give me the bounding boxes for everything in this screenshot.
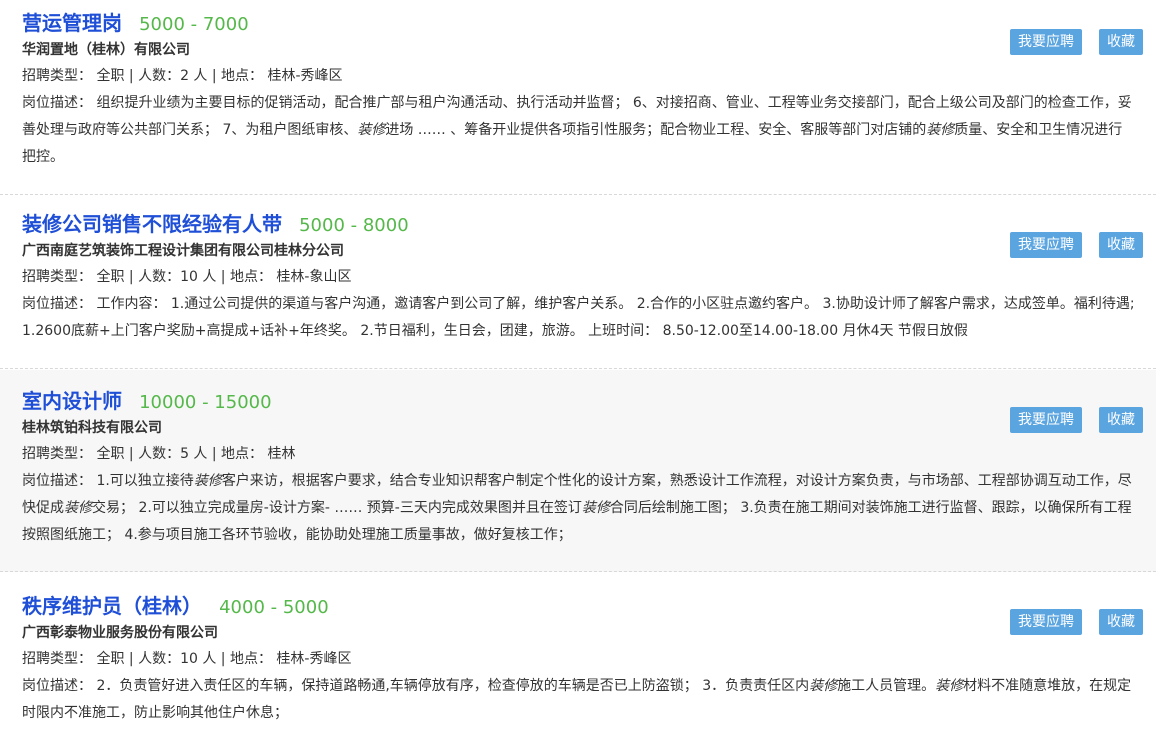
company-name[interactable]: 广西彰泰物业服务股份有限公司 [22,621,1136,645]
apply-button[interactable]: 我要应聘 [1010,232,1082,258]
apply-button[interactable]: 我要应聘 [1010,29,1082,55]
job-card: 营运管理岗 5000 - 7000 华润置地（桂林）有限公司 招聘类型： 全职 … [0,8,1156,195]
job-description: 岗位描述： 2．负责管好进入责任区的车辆，保持道路畅通,车辆停放有序，检查停放的… [22,673,1136,727]
job-card: 室内设计师 10000 - 15000 桂林筑铂科技有限公司 招聘类型： 全职 … [0,370,1156,572]
job-title-link[interactable]: 室内设计师 [22,389,122,413]
job-salary: 10000 - 15000 [139,392,272,413]
job-meta: 招聘类型： 全职 | 人数：10 人 | 地点： 桂林-秀峰区 [22,651,352,667]
right-margin [1156,0,1176,731]
job-salary: 5000 - 7000 [139,14,249,35]
job-actions: 我要应聘 收藏 [1010,407,1143,433]
apply-button[interactable]: 我要应聘 [1010,609,1082,635]
job-title-row: 装修公司销售不限经验有人带 5000 - 8000 [22,209,1136,239]
job-title-link[interactable]: 营运管理岗 [22,11,122,35]
keyword-highlight: 装修 [64,500,92,516]
job-title-row: 秩序维护员（桂林） 4000 - 5000 [22,591,1136,621]
job-description: 岗位描述： 工作内容： 1.通过公司提供的渠道与客户沟通，邀请客户到公司了解，维… [22,291,1136,345]
description-text: 进场 …… 、筹备开业提供各项指引性服务；配合物业工程、安全、客服等部门对店铺的 [385,122,927,138]
apply-button[interactable]: 我要应聘 [1010,407,1082,433]
job-title-link[interactable]: 装修公司销售不限经验有人带 [22,212,282,236]
job-title-link[interactable]: 秩序维护员（桂林） [22,594,202,618]
company-name[interactable]: 广西南庭艺筑装饰工程设计集团有限公司桂林分公司 [22,239,1136,263]
favorite-button[interactable]: 收藏 [1099,609,1143,635]
job-meta: 招聘类型： 全职 | 人数：5 人 | 地点： 桂林 [22,446,296,462]
job-actions: 我要应聘 收藏 [1010,609,1143,635]
description-text: 岗位描述： 2．负责管好进入责任区的车辆，保持道路畅通,车辆停放有序，检查停放的… [22,678,810,694]
job-list: 营运管理岗 5000 - 7000 华润置地（桂林）有限公司 招聘类型： 全职 … [0,0,1176,731]
company-name[interactable]: 桂林筑铂科技有限公司 [22,416,1136,440]
job-card: 秩序维护员（桂林） 4000 - 5000 广西彰泰物业服务股份有限公司 招聘类… [0,591,1156,741]
job-card: 装修公司销售不限经验有人带 5000 - 8000 广西南庭艺筑装饰工程设计集团… [0,209,1156,369]
description-text: 岗位描述： 工作内容： 1.通过公司提供的渠道与客户沟通，邀请客户到公司了解，维… [22,296,1135,339]
keyword-highlight: 装修 [357,122,386,138]
keyword-highlight: 装修 [926,122,955,138]
job-meta: 招聘类型： 全职 | 人数：10 人 | 地点： 桂林-象山区 [22,269,352,285]
job-actions: 我要应聘 收藏 [1010,232,1143,258]
job-description: 岗位描述： 组织提升业绩为主要目标的促销活动，配合推广部与租户沟通活动、执行活动… [22,90,1136,171]
keyword-highlight: 装修 [581,500,610,516]
description-text: 岗位描述： 1.可以独立接待 [22,473,194,489]
job-title-row: 室内设计师 10000 - 15000 [22,386,1136,416]
keyword-highlight: 装修 [935,678,964,694]
company-name[interactable]: 华润置地（桂林）有限公司 [22,38,1136,62]
job-description: 岗位描述： 1.可以独立接待装修客户来访，根据客户要求，结合专业知识帮客户制定个… [22,468,1136,549]
description-text: 交易； 2.可以独立完成量房-设计方案- …… 预算-三天内完成效果图并且在签订 [92,500,582,516]
favorite-button[interactable]: 收藏 [1099,29,1143,55]
job-actions: 我要应聘 收藏 [1010,29,1143,55]
keyword-highlight: 装修 [193,473,222,489]
favorite-button[interactable]: 收藏 [1099,232,1143,258]
favorite-button[interactable]: 收藏 [1099,407,1143,433]
job-meta: 招聘类型： 全职 | 人数：2 人 | 地点： 桂林-秀峰区 [22,68,343,84]
keyword-highlight: 装修 [809,678,838,694]
description-text: 施工人员管理。 [837,678,936,694]
job-salary: 4000 - 5000 [219,597,329,618]
job-salary: 5000 - 8000 [299,215,409,236]
job-title-row: 营运管理岗 5000 - 7000 [22,8,1136,38]
